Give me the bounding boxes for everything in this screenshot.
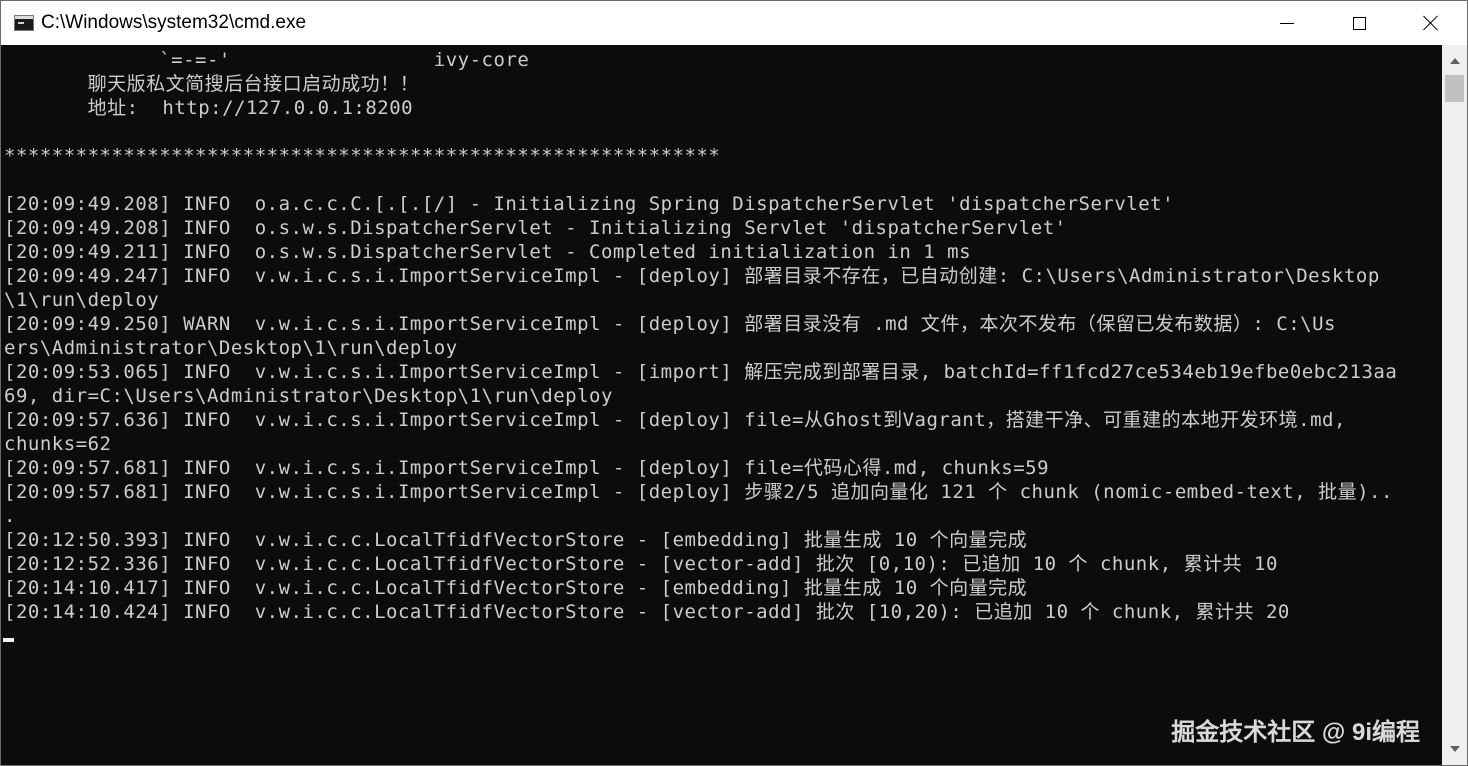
scroll-down-button[interactable]	[1442, 737, 1467, 761]
chevron-down-icon	[1449, 746, 1460, 752]
chevron-up-icon	[1449, 58, 1460, 64]
watermark: 掘金技术社区 @ 9i编程	[1171, 719, 1420, 746]
close-button[interactable]	[1395, 1, 1467, 45]
title-bar[interactable]: C:\Windows\system32\cmd.exe	[1, 1, 1467, 45]
close-icon	[1423, 15, 1439, 31]
console-line: `=-=-' ivy-core	[4, 49, 530, 71]
console-line: [20:09:49.211] INFO o.s.w.s.DispatcherSe…	[4, 241, 972, 263]
console-line: [20:12:50.393] INFO v.w.i.c.c.LocalTfidf…	[4, 529, 1028, 551]
console-line: [20:09:49.250] WARN v.w.i.c.s.i.ImportSe…	[4, 313, 1336, 335]
vertical-scrollbar[interactable]	[1442, 45, 1467, 765]
console-line: 聊天版私文简搜后台接口启动成功！！	[4, 73, 420, 95]
console-line: 地址: http://127.0.0.1:8200	[4, 97, 414, 119]
scroll-up-button[interactable]	[1442, 49, 1467, 73]
minimize-icon	[1280, 22, 1294, 24]
console-line: [20:14:10.417] INFO v.w.i.c.c.LocalTfidf…	[4, 577, 1028, 599]
text-cursor	[3, 638, 14, 642]
console-line: 69, dir=C:\Users\Administrator\Desktop\1…	[4, 385, 613, 407]
console-text: `=-=-' ivy-core 聊天版私文简搜后台接口启动成功！！ 地址: ht…	[4, 48, 1397, 624]
console-line: ****************************************…	[4, 145, 721, 167]
console-line: [20:09:49.208] INFO o.a.c.c.C.[.[.[/] - …	[4, 193, 1175, 215]
console-line: .	[4, 505, 16, 527]
console-line: [20:09:57.681] INFO v.w.i.c.s.i.ImportSe…	[4, 457, 1050, 479]
console-output[interactable]: `=-=-' ivy-core 聊天版私文简搜后台接口启动成功！！ 地址: ht…	[1, 45, 1442, 765]
maximize-icon	[1352, 16, 1366, 30]
window-title: C:\Windows\system32\cmd.exe	[41, 12, 307, 33]
minimize-button[interactable]	[1251, 1, 1323, 45]
maximize-button[interactable]	[1323, 1, 1395, 45]
console-line: [20:09:57.681] INFO v.w.i.c.s.i.ImportSe…	[4, 481, 1393, 503]
console-line: [20:09:49.208] INFO o.s.w.s.DispatcherSe…	[4, 217, 1067, 239]
console-line: [20:09:49.247] INFO v.w.i.c.s.i.ImportSe…	[4, 265, 1380, 287]
console-line: [20:09:53.065] INFO v.w.i.c.s.i.ImportSe…	[4, 361, 1398, 383]
cmd-window: C:\Windows\system32\cmd.exe `=-=-' ivy-c…	[0, 0, 1468, 766]
console-line: [20:14:10.424] INFO v.w.i.c.c.LocalTfidf…	[4, 601, 1290, 623]
window-controls	[1251, 1, 1467, 45]
cmd-icon[interactable]	[14, 15, 34, 31]
console-line: chunks=62	[4, 433, 112, 455]
console-line: \1\run\deploy	[4, 289, 160, 311]
console-line: [20:12:52.336] INFO v.w.i.c.c.LocalTfidf…	[4, 553, 1278, 575]
console-line: [20:09:57.636] INFO v.w.i.c.s.i.ImportSe…	[4, 409, 1346, 431]
scroll-thumb[interactable]	[1445, 75, 1464, 102]
console-line: ers\Administrator\Desktop\1\run\deploy	[4, 337, 458, 359]
